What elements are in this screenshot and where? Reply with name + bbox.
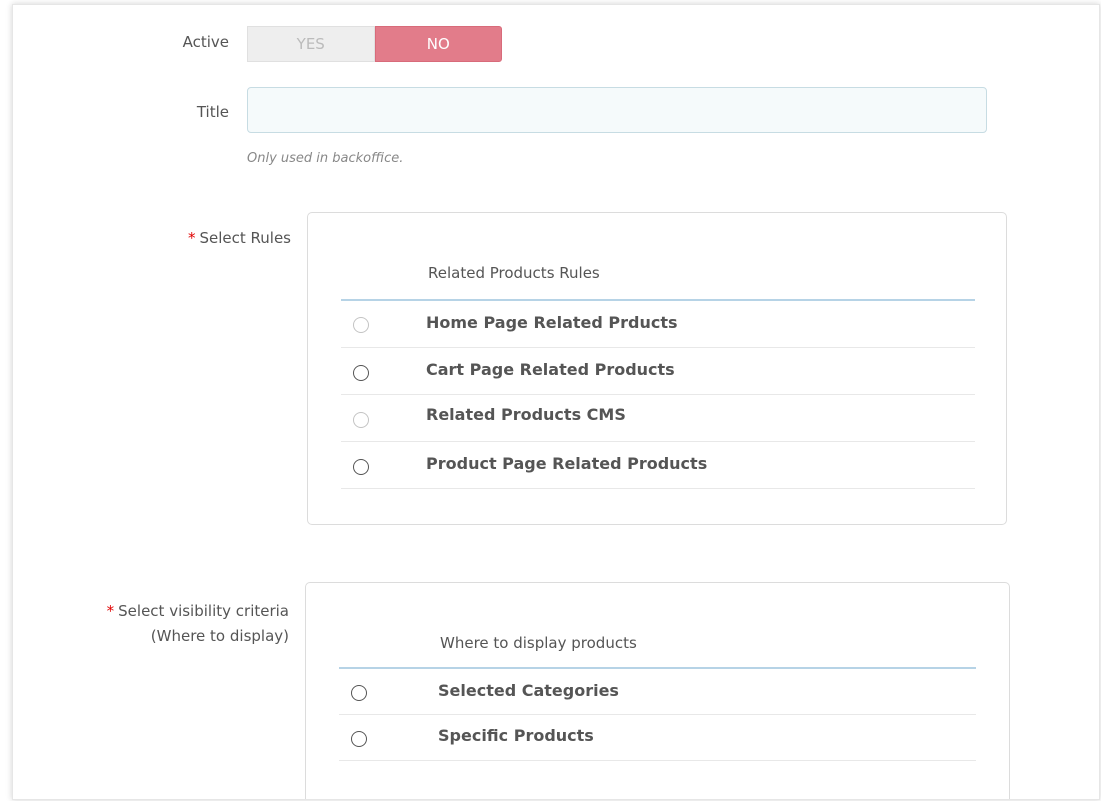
rules-panel: Related Products Rules Home Page Related…	[307, 212, 1007, 525]
visibility-radio-products[interactable]	[351, 731, 367, 747]
rule-option-label: Home Page Related Prducts	[426, 313, 678, 332]
visibility-option-row[interactable]: Specific Products	[339, 715, 976, 761]
title-label: Title	[196, 103, 229, 121]
rule-option-row[interactable]: Cart Page Related Products	[341, 348, 975, 395]
required-marker: *	[106, 602, 115, 620]
form-container: Active YES NO Title Only used in backoff…	[12, 4, 1100, 800]
rule-option-row[interactable]: Related Products CMS	[341, 395, 975, 442]
visibility-panel: Where to display products Selected Categ…	[305, 582, 1010, 799]
visibility-option-label: Selected Categories	[438, 681, 619, 700]
select-rules-label: * Select Rules	[113, 229, 291, 247]
active-toggle[interactable]: YES NO	[247, 26, 502, 62]
rule-option-row[interactable]: Product Page Related Products	[341, 442, 975, 489]
active-label: Active	[182, 33, 229, 51]
title-help-text: Only used in backoffice.	[247, 151, 404, 166]
active-no-option[interactable]: NO	[374, 26, 502, 62]
rule-radio-cart-page[interactable]	[353, 365, 369, 381]
rule-radio-product-page[interactable]	[353, 459, 369, 475]
visibility-option-row[interactable]: Selected Categories	[339, 669, 976, 715]
rule-radio-cms[interactable]	[353, 412, 369, 428]
title-input[interactable]	[247, 87, 987, 133]
visibility-option-label: Specific Products	[438, 726, 594, 745]
visibility-label: * Select visibility criteria (Where to di…	[33, 599, 289, 649]
active-yes-option[interactable]: YES	[247, 26, 375, 62]
select-rules-label-text: Select Rules	[199, 229, 291, 247]
visibility-label-text: Select visibility criteria	[118, 602, 289, 620]
rule-radio-home-page[interactable]	[353, 317, 369, 333]
required-marker: *	[187, 229, 196, 247]
visibility-panel-header: Where to display products	[440, 634, 637, 652]
visibility-radio-categories[interactable]	[351, 685, 367, 701]
rule-option-label: Product Page Related Products	[426, 454, 708, 473]
visibility-label-line1: * Select visibility criteria	[33, 599, 289, 624]
rule-option-row[interactable]: Home Page Related Prducts	[341, 301, 975, 348]
rule-option-label: Cart Page Related Products	[426, 360, 675, 379]
rule-option-label: Related Products CMS	[426, 405, 626, 424]
visibility-label-line2: (Where to display)	[150, 627, 289, 645]
rules-panel-header: Related Products Rules	[428, 264, 600, 282]
